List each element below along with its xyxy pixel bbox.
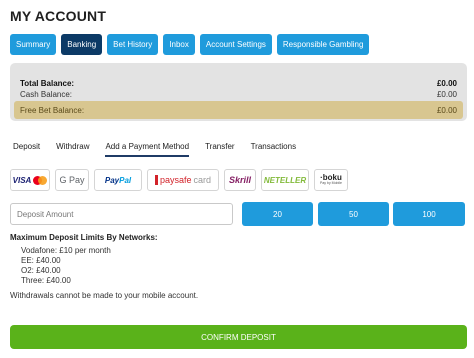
amount-50-button[interactable]: 50 [318, 202, 389, 226]
mastercard-icon [33, 175, 48, 185]
balance-panel: Total Balance: £0.00 Cash Balance: £0.00… [10, 63, 467, 121]
free-bet-balance-label: Free Bet Balance: [20, 105, 85, 115]
google-pay-logo: G Pay [59, 175, 85, 185]
limit-o2: O2: £40.00 [21, 266, 61, 275]
page-title: MY ACCOUNT [10, 8, 107, 24]
paypal-logo-part2: Pal [119, 175, 132, 185]
paysafecard-logo-part2: card [193, 175, 212, 185]
limit-three: Three: £40.00 [21, 276, 71, 285]
limit-ee: EE: £40.00 [21, 256, 61, 265]
withdrawal-note: Withdrawals cannot be made to your mobil… [10, 291, 199, 300]
tab-banking[interactable]: Banking [61, 34, 103, 55]
tab-responsible-gambling[interactable]: Responsible Gambling [276, 34, 370, 55]
paysafecard-method[interactable]: paysafe card [147, 169, 219, 191]
google-pay-method[interactable]: G Pay [55, 169, 89, 191]
tab-bet-history[interactable]: Bet History [107, 34, 159, 55]
paysafecard-logo-part1: paysafe [159, 175, 192, 185]
payment-methods: VISA G Pay Pay Pal paysafe card Skrill NET… [10, 169, 348, 191]
paypal-method[interactable]: Pay Pal [94, 169, 142, 191]
subtab-deposit[interactable]: Deposit [13, 142, 40, 157]
amount-20-button[interactable]: 20 [242, 202, 313, 226]
visa-logo: VISA [12, 175, 32, 185]
tab-account-settings[interactable]: Account Settings [199, 34, 272, 55]
subtab-transactions[interactable]: Transactions [251, 142, 297, 157]
amount-100-button[interactable]: 100 [393, 202, 465, 226]
neteller-method[interactable]: NETELLER [261, 169, 309, 191]
account-tabs: Summary Banking Bet History Inbox Accoun… [10, 34, 370, 55]
banking-subtabs: Deposit Withdraw Add a Payment Method Tr… [13, 142, 296, 157]
subtab-withdraw[interactable]: Withdraw [56, 142, 89, 157]
subtab-add-payment-method[interactable]: Add a Payment Method [105, 142, 190, 157]
deposit-amount-input[interactable] [10, 203, 233, 225]
confirm-deposit-button[interactable]: CONFIRM DEPOSIT [10, 325, 467, 349]
skrill-logo: Skrill [228, 175, 251, 185]
limits-heading: Maximum Deposit Limits By Networks: [10, 233, 158, 242]
limit-vodafone: Vodafone: £10 per month [21, 246, 111, 255]
cash-balance-value: £0.00 [436, 89, 457, 99]
visa-mastercard-method[interactable]: VISA [10, 169, 50, 191]
boku-method[interactable]: ·boku Pay by Mobile [314, 169, 348, 191]
free-bet-balance-value: £0.00 [436, 105, 457, 115]
neteller-logo: NETELLER [263, 175, 307, 185]
cash-balance-label: Cash Balance: [20, 89, 73, 99]
limits-list: Vodafone: £10 per month EE: £40.00 O2: £… [21, 246, 111, 286]
paysafecard-icon [154, 175, 158, 185]
free-bet-balance-row: Free Bet Balance: £0.00 [14, 101, 463, 119]
skrill-method[interactable]: Skrill [224, 169, 256, 191]
boku-subtitle: Pay by Mobile [320, 181, 342, 186]
tab-inbox[interactable]: Inbox [163, 34, 195, 55]
paypal-logo-part1: Pay [104, 175, 120, 185]
subtab-transfer[interactable]: Transfer [205, 142, 235, 157]
tab-summary[interactable]: Summary [10, 34, 57, 55]
cash-balance-row: Cash Balance: £0.00 [10, 86, 467, 102]
